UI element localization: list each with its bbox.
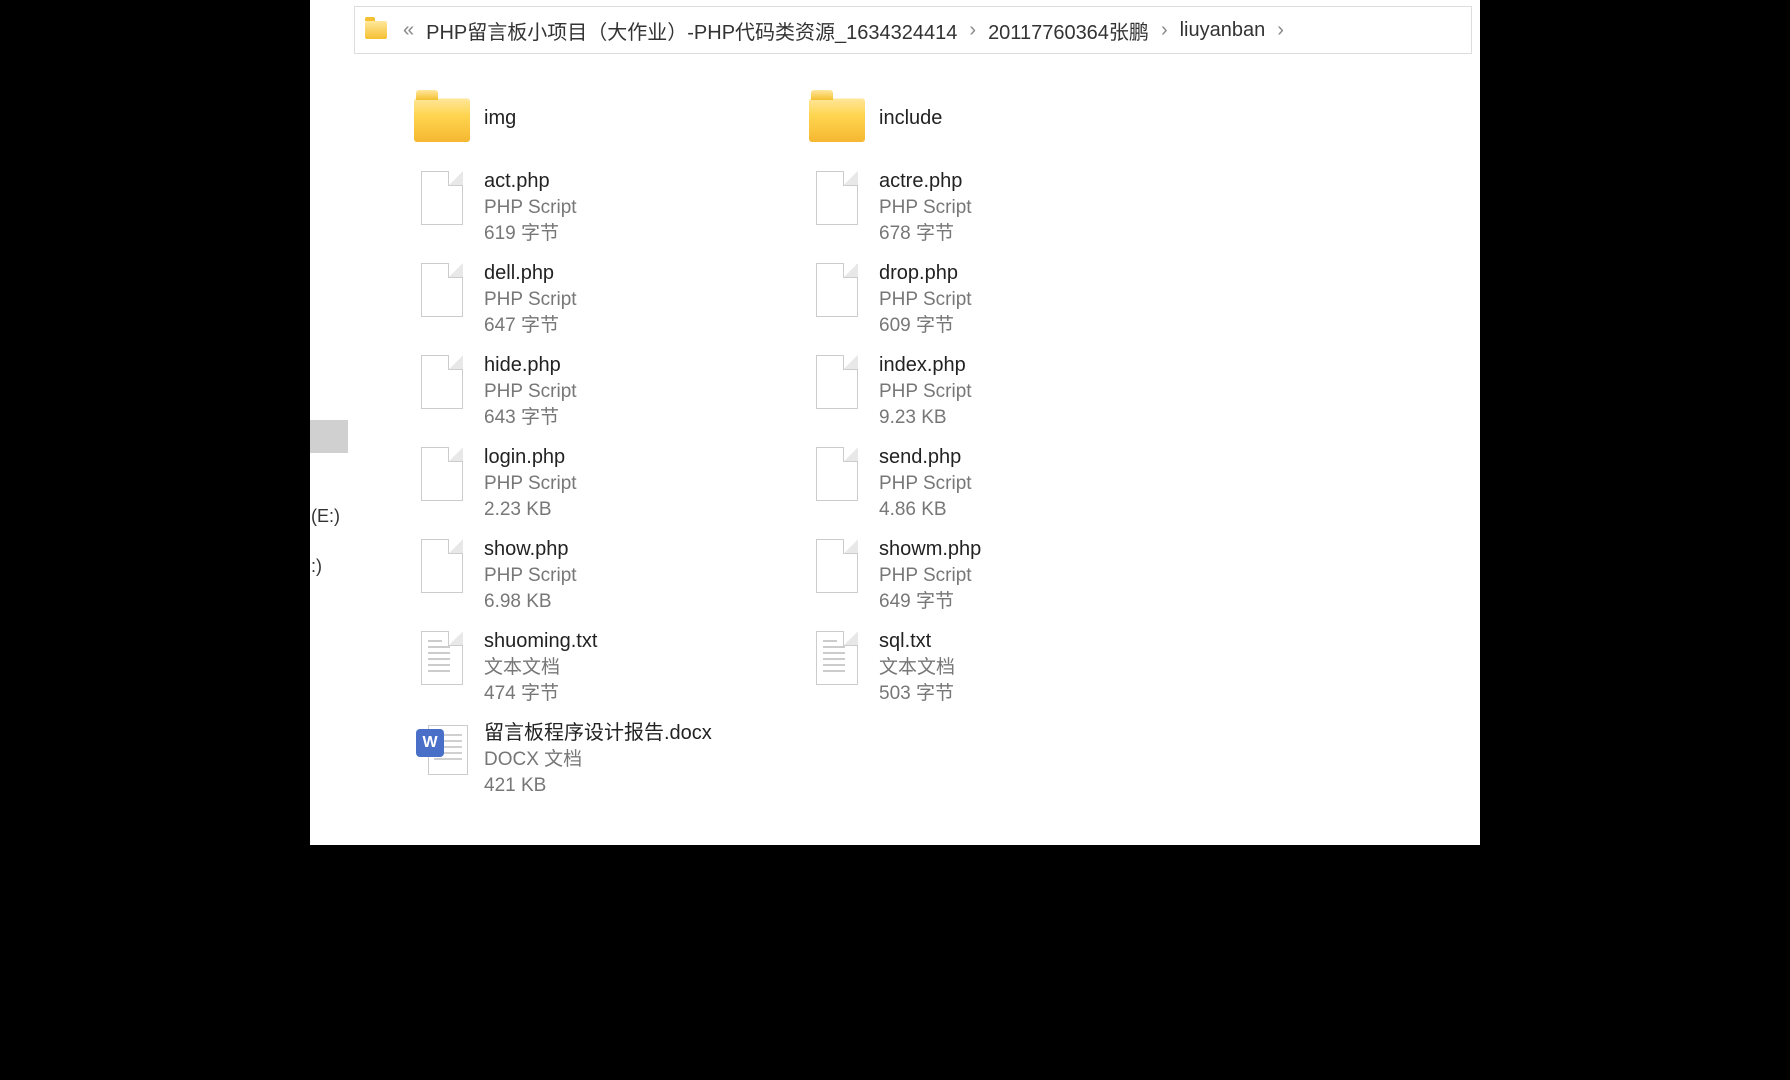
item-name: login.php	[484, 444, 577, 471]
generic-file-icon	[816, 171, 858, 225]
item-name: sql.txt	[879, 628, 955, 655]
item-type: PHP Script	[484, 379, 577, 405]
file-item[interactable]: W 留言板程序设计报告.docxDOCX 文档421 KB	[408, 714, 803, 806]
breadcrumb-item[interactable]: 20117760364张鹏	[988, 16, 1149, 45]
item-size: 619 字节	[484, 221, 577, 247]
item-name: dell.php	[484, 260, 577, 287]
item-name: showm.php	[879, 536, 981, 563]
item-size: 643 字节	[484, 405, 577, 431]
file-item[interactable]: hide.phpPHP Script643 字节	[408, 346, 803, 438]
folder-icon	[809, 98, 865, 142]
folder-icon	[414, 98, 470, 142]
sidebar-item-drive[interactable]: :)	[311, 556, 322, 577]
file-item[interactable]: sql.txt文本文档503 字节	[803, 622, 1198, 714]
breadcrumb-item[interactable]: liuyanban	[1180, 19, 1266, 42]
item-size: 474 字节	[484, 681, 597, 707]
breadcrumb-overflow-icon[interactable]: «	[403, 19, 414, 42]
item-type: PHP Script	[879, 287, 972, 313]
item-type: PHP Script	[484, 471, 577, 497]
item-type: PHP Script	[484, 287, 577, 313]
text-file-icon	[816, 631, 858, 685]
item-size: 9.23 KB	[879, 405, 972, 431]
item-name: actre.php	[879, 168, 972, 195]
generic-file-icon	[816, 447, 858, 501]
item-type: DOCX 文档	[484, 747, 712, 773]
generic-file-icon	[816, 539, 858, 593]
explorer-window: (E:) :) « PHP留言板小项目（大作业）-PHP代码类资源_163432…	[310, 0, 1480, 845]
chevron-right-icon[interactable]: ›	[969, 19, 976, 42]
file-item[interactable]: showm.phpPHP Script649 字节	[803, 530, 1198, 622]
folder-item[interactable]: img	[408, 84, 803, 162]
file-item[interactable]: actre.phpPHP Script678 字节	[803, 162, 1198, 254]
file-item[interactable]: act.phpPHP Script619 字节	[408, 162, 803, 254]
item-name: send.php	[879, 444, 972, 471]
file-grid: imgincludeact.phpPHP Script619 字节actre.p…	[348, 54, 1480, 806]
item-size: 647 字节	[484, 313, 577, 339]
item-type: PHP Script	[879, 471, 972, 497]
word-badge-icon: W	[416, 729, 444, 757]
docx-file-icon: W	[416, 723, 468, 777]
sidebar: (E:) :)	[310, 0, 348, 845]
item-type: PHP Script	[879, 379, 972, 405]
item-size: 503 字节	[879, 681, 955, 707]
item-type: 文本文档	[879, 655, 955, 681]
item-name: act.php	[484, 168, 577, 195]
sidebar-item-selected[interactable]	[310, 420, 348, 453]
generic-file-icon	[421, 447, 463, 501]
item-size: 421 KB	[484, 773, 712, 799]
chevron-right-icon[interactable]: ›	[1277, 19, 1284, 42]
item-name: include	[879, 105, 942, 132]
item-size: 609 字节	[879, 313, 972, 339]
breadcrumb-item[interactable]: PHP留言板小项目（大作业）-PHP代码类资源_1634324414	[426, 16, 957, 45]
generic-file-icon	[421, 355, 463, 409]
item-type: PHP Script	[879, 563, 981, 589]
text-file-icon	[421, 631, 463, 685]
folder-item[interactable]: include	[803, 84, 1198, 162]
generic-file-icon	[421, 539, 463, 593]
item-size: 4.86 KB	[879, 497, 972, 523]
breadcrumb[interactable]: « PHP留言板小项目（大作业）-PHP代码类资源_1634324414 › 2…	[354, 6, 1472, 54]
item-name: hide.php	[484, 352, 577, 379]
file-item[interactable]: show.phpPHP Script6.98 KB	[408, 530, 803, 622]
file-item[interactable]: send.phpPHP Script4.86 KB	[803, 438, 1198, 530]
item-name: drop.php	[879, 260, 972, 287]
chevron-right-icon[interactable]: ›	[1161, 19, 1168, 42]
folder-icon	[365, 21, 387, 39]
file-item[interactable]: index.phpPHP Script9.23 KB	[803, 346, 1198, 438]
item-size: 6.98 KB	[484, 589, 577, 615]
file-item[interactable]: login.phpPHP Script2.23 KB	[408, 438, 803, 530]
item-type: PHP Script	[879, 195, 972, 221]
item-size: 2.23 KB	[484, 497, 577, 523]
generic-file-icon	[816, 263, 858, 317]
item-name: show.php	[484, 536, 577, 563]
item-size: 649 字节	[879, 589, 981, 615]
generic-file-icon	[421, 171, 463, 225]
explorer-main: « PHP留言板小项目（大作业）-PHP代码类资源_1634324414 › 2…	[348, 0, 1480, 845]
sidebar-item-drive-e[interactable]: (E:)	[311, 506, 340, 527]
item-type: PHP Script	[484, 195, 577, 221]
file-item[interactable]: dell.phpPHP Script647 字节	[408, 254, 803, 346]
generic-file-icon	[421, 263, 463, 317]
item-type: PHP Script	[484, 563, 577, 589]
item-type: 文本文档	[484, 655, 597, 681]
item-size: 678 字节	[879, 221, 972, 247]
item-name: shuoming.txt	[484, 628, 597, 655]
file-item[interactable]: shuoming.txt文本文档474 字节	[408, 622, 803, 714]
file-item[interactable]: drop.phpPHP Script609 字节	[803, 254, 1198, 346]
item-name: img	[484, 105, 516, 132]
item-name: index.php	[879, 352, 972, 379]
generic-file-icon	[816, 355, 858, 409]
item-name: 留言板程序设计报告.docx	[484, 720, 712, 747]
